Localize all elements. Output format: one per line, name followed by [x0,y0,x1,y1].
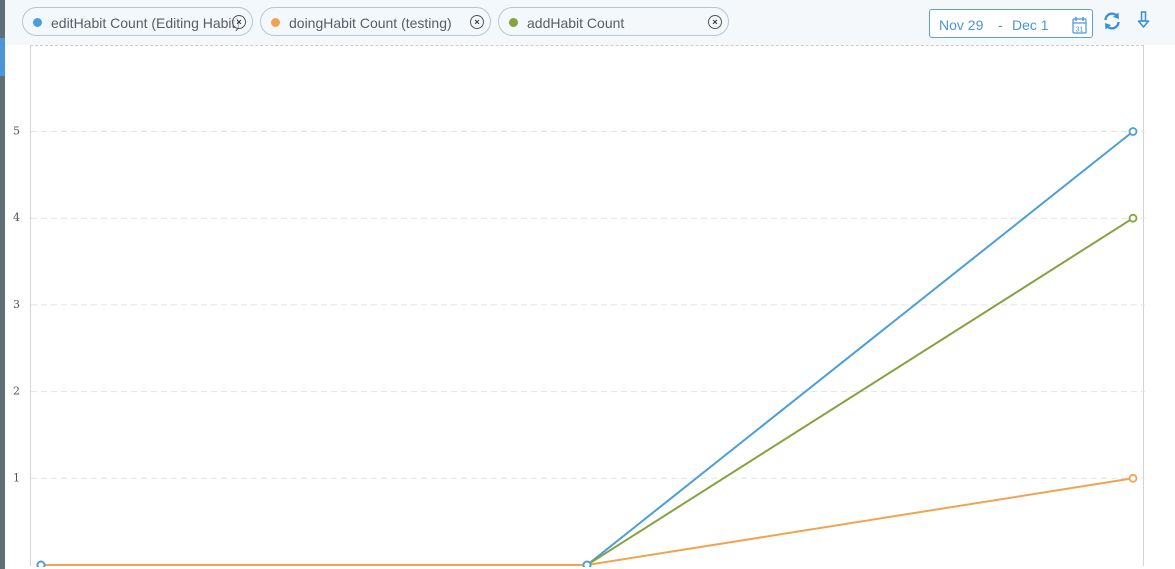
date-range-end: Dec 1 [1012,17,1049,33]
date-range-picker[interactable]: Nov 29 - Dec 1 31 [929,9,1093,38]
filter-chip-edit-habit[interactable]: editHabit Count (Editing Habit) × [22,7,253,36]
y-tick-label: 4 [13,211,20,224]
filter-chip-label: doingHabit Count (testing) [289,15,452,31]
series-color-dot [33,18,42,27]
calendar-icon[interactable]: 31 [1072,16,1087,34]
close-icon[interactable]: × [470,15,484,29]
filter-chip-label: editHabit Count (Editing Habit) [51,15,241,31]
series-color-dot [271,18,280,27]
close-icon[interactable]: × [232,15,246,29]
filter-chip-doing-habit[interactable]: doingHabit Count (testing) × [260,7,491,36]
y-tick-label: 2 [13,385,20,398]
y-tick-label: 1 [13,471,20,484]
series-line [41,130,1134,566]
analytics-app: editHabit Count (Editing Habit) × doingH… [0,0,1175,569]
line-chart [31,127,1145,567]
date-range-start: Nov 29 [939,17,984,33]
data-point [1128,213,1138,223]
data-point [1128,473,1138,483]
series-line [41,477,1134,566]
filter-chip-add-habit[interactable]: addHabit Count × [498,7,729,36]
series-color-dot [509,18,518,27]
date-range-separator: - [998,17,1003,33]
y-axis: 1 2 3 4 5 [13,125,20,485]
filter-chip-label: addHabit Count [527,15,625,31]
data-point [582,560,592,567]
y-tick-label: 5 [13,125,20,138]
refresh-icon[interactable] [1102,11,1122,31]
y-tick-label: 3 [13,298,20,311]
close-icon[interactable]: × [708,15,722,29]
line-chart-area [30,45,1145,567]
calendar-icon-day: 31 [1076,27,1084,34]
data-point [1128,127,1138,136]
download-icon[interactable] [1137,11,1151,31]
data-point [36,560,46,567]
